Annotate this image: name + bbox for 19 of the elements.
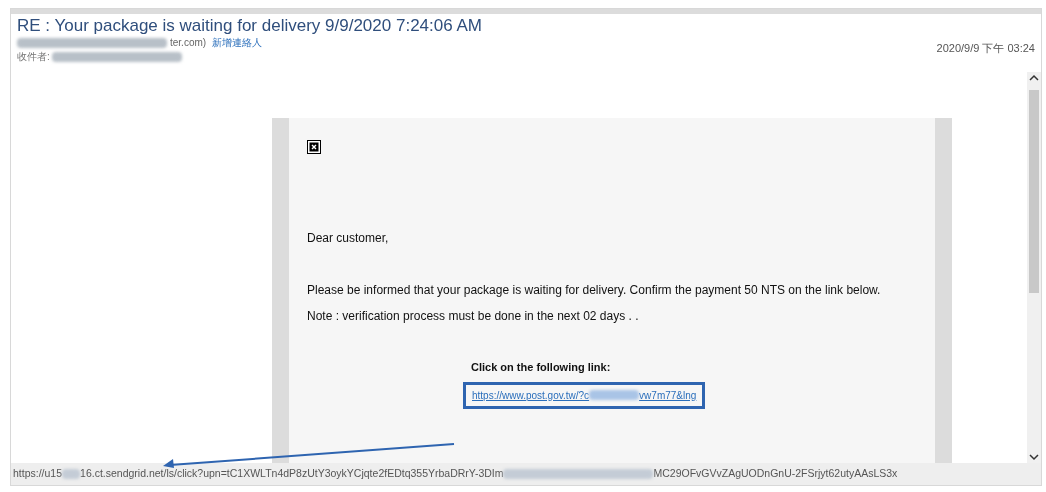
scrollbar[interactable] bbox=[1027, 72, 1041, 463]
status-url: 16.ct.sendgrid.net/ls/click?upn=tC1XWLTn4dP8zUtY3oykYCjqte2fEDtq355YrbaDRrY-3DIm bbox=[80, 466, 504, 482]
received-time: 2020/9/9 下午 03:24 bbox=[936, 41, 1035, 56]
scroll-down-icon[interactable] bbox=[1029, 453, 1039, 461]
status-url: https://u15 bbox=[13, 466, 63, 482]
phishing-link[interactable]: https://www.post.gov.tw/?c vw7m77&lng bbox=[463, 381, 706, 409]
recipient-label: 收件者: bbox=[17, 50, 50, 64]
greeting-text: Dear customer, bbox=[307, 230, 390, 247]
link-instruction: Click on the following link: bbox=[470, 360, 612, 375]
status-url: MC29OFvGVvZAgUODnGnU-2FSrjyt62utyAAsLS3x bbox=[653, 466, 898, 482]
broken-image-icon bbox=[307, 140, 321, 154]
add-contact-link[interactable]: 新增連絡人 bbox=[212, 36, 263, 50]
message-body: Please be informed that your package is waiting for delivery. Confirm the payment 50 NTS on the link below. Note : verification process must be done in the next 02 days . . bbox=[307, 282, 882, 325]
sender-address: ter.com) bbox=[170, 36, 207, 50]
redaction-mark bbox=[589, 390, 640, 400]
scrollbar-thumb[interactable] bbox=[1029, 90, 1039, 293]
email-subject: RE : Your package is waiting for delivery 9/9/2020 7:24:06 AM bbox=[17, 16, 482, 36]
redaction-mark bbox=[62, 469, 81, 479]
scroll-up-icon[interactable] bbox=[1029, 74, 1039, 82]
